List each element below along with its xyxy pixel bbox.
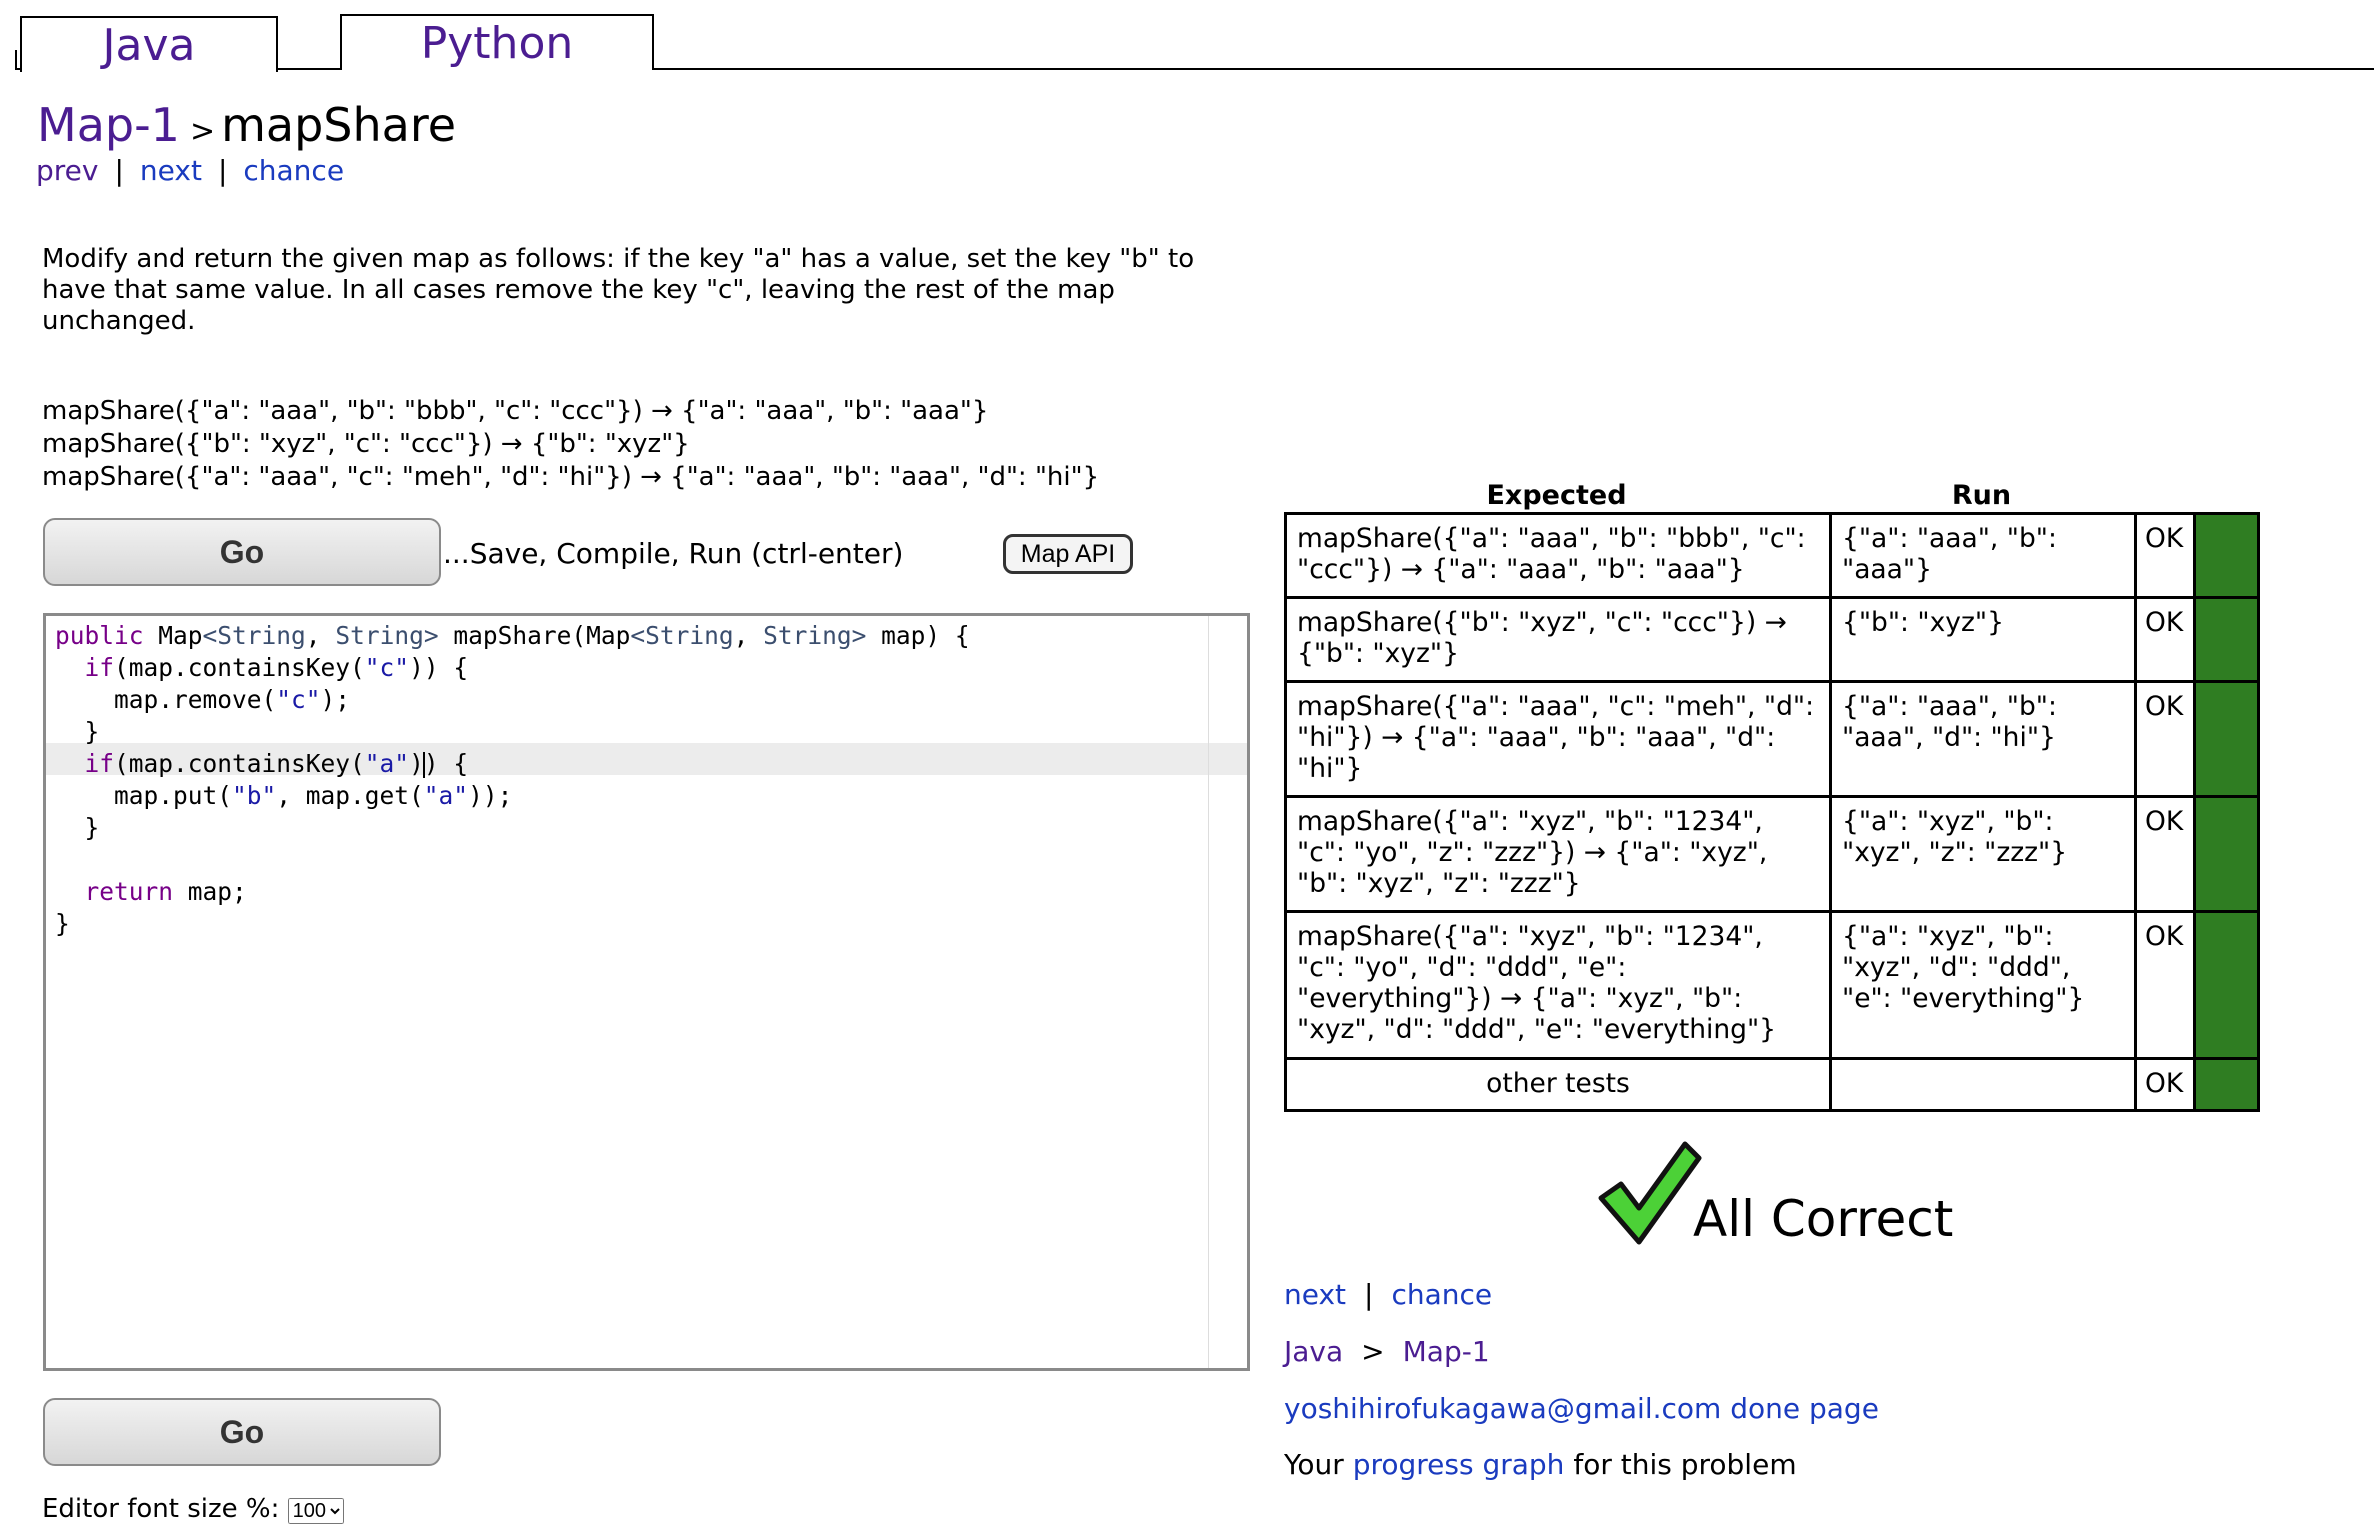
nav-separator: | — [114, 154, 124, 187]
footer-crumb-separator: > — [1361, 1335, 1385, 1368]
problem-examples: mapShare({"a": "aaa", "b": "bbb", "c": "… — [42, 395, 1099, 494]
pass-indicator — [2193, 680, 2261, 798]
footer-breadcrumb: Java > Map-1 — [1284, 1335, 1490, 1368]
footer-nav: next | chance — [1284, 1278, 1492, 1311]
tab-java[interactable]: Java — [20, 16, 278, 72]
problem-name: mapShare — [221, 98, 457, 152]
code-text[interactable]: public Map<String, String> mapShare(Map<… — [55, 620, 970, 940]
run-cell — [1829, 1057, 2137, 1112]
pass-indicator — [2193, 1057, 2261, 1112]
prev-link[interactable]: prev — [36, 154, 98, 187]
checkmark-icon — [1598, 1141, 1702, 1245]
chance-link[interactable]: chance — [243, 154, 344, 187]
pass-indicator — [2193, 910, 2261, 1060]
status-cell: OK — [2133, 596, 2197, 683]
pass-indicator — [2193, 512, 2261, 599]
map-api-button[interactable]: Map API — [1003, 534, 1133, 574]
example-line: mapShare({"b": "xyz", "c": "ccc"}) → {"b… — [42, 429, 690, 459]
problem-nav: prev | next | chance — [36, 154, 344, 187]
pass-indicator — [2193, 596, 2261, 683]
expected-cell: mapShare({"b": "xyz", "c": "ccc"}) → {"b… — [1284, 596, 1832, 683]
footer-next-link[interactable]: next — [1284, 1278, 1346, 1311]
editor-margin-line — [1208, 616, 1209, 1368]
email-done-page-link[interactable]: yoshihirofukagawa@gmail.com done page — [1284, 1392, 1879, 1425]
next-link[interactable]: next — [140, 154, 202, 187]
status-cell: OK — [2133, 910, 2197, 1060]
run-cell: {"a": "xyz", "b": "xyz", "d": "ddd", "e"… — [1829, 910, 2137, 1060]
tab-bar-left-edge — [15, 50, 17, 70]
results-table: mapShare({"a": "aaa", "b": "bbb", "c": "… — [1284, 512, 2261, 1112]
table-row: mapShare({"a": "aaa", "c": "meh", "d": "… — [1284, 680, 2261, 798]
table-row: other tests OK — [1284, 1057, 2261, 1112]
save-compile-run-hint: ...Save, Compile, Run (ctrl-enter) — [443, 537, 904, 570]
go-button-bottom[interactable]: Go — [43, 1398, 441, 1466]
run-cell: {"a": "xyz", "b": "xyz", "z": "zzz"} — [1829, 795, 2137, 913]
footer-progress-line: Your progress graph for this problem — [1284, 1448, 1797, 1481]
table-row: mapShare({"a": "aaa", "b": "bbb", "c": "… — [1284, 512, 2261, 599]
problem-description: Modify and return the given map as follo… — [42, 244, 1195, 336]
text-cursor — [422, 752, 425, 778]
breadcrumb-separator: > — [189, 114, 216, 149]
footer-chance-link[interactable]: chance — [1391, 1278, 1492, 1311]
expected-cell: mapShare({"a": "xyz", "b": "1234", "c": … — [1284, 795, 1832, 913]
status-cell: OK — [2133, 512, 2197, 599]
status-cell: OK — [2133, 680, 2197, 798]
run-cell: {"a": "aaa", "b": "aaa", "d": "hi"} — [1829, 680, 2137, 798]
table-row: mapShare({"a": "xyz", "b": "1234", "c": … — [1284, 910, 2261, 1060]
footer-map1-link[interactable]: Map-1 — [1403, 1335, 1490, 1368]
footer-java-link[interactable]: Java — [1284, 1335, 1343, 1368]
progress-prefix: Your — [1284, 1448, 1344, 1481]
example-line: mapShare({"a": "aaa", "b": "bbb", "c": "… — [42, 396, 989, 426]
pass-indicator — [2193, 795, 2261, 913]
go-button[interactable]: Go — [43, 518, 441, 586]
footer-email-line: yoshihirofukagawa@gmail.com done page — [1284, 1392, 1879, 1425]
all-correct-message: All Correct — [1693, 1190, 1954, 1248]
font-size-label: Editor font size %: — [42, 1494, 280, 1524]
progress-suffix: for this problem — [1573, 1448, 1797, 1481]
expected-cell: mapShare({"a": "aaa", "c": "meh", "d": "… — [1284, 680, 1832, 798]
status-cell: OK — [2133, 795, 2197, 913]
run-cell: {"a": "aaa", "b": "aaa"} — [1829, 512, 2137, 599]
table-row: mapShare({"a": "xyz", "b": "1234", "c": … — [1284, 795, 2261, 913]
expected-header: Expected — [1486, 480, 1627, 511]
code-editor[interactable]: public Map<String, String> mapShare(Map<… — [43, 613, 1250, 1371]
page-title: Map-1 > mapShare — [37, 98, 456, 152]
progress-graph-link[interactable]: progress graph — [1353, 1448, 1565, 1481]
expected-cell: mapShare({"a": "xyz", "b": "1234", "c": … — [1284, 910, 1832, 1060]
breadcrumb-section-link[interactable]: Map-1 — [37, 98, 180, 152]
example-line: mapShare({"a": "aaa", "c": "meh", "d": "… — [42, 462, 1100, 492]
tab-python[interactable]: Python — [340, 14, 654, 70]
nav-separator: | — [217, 154, 228, 187]
run-header: Run — [1951, 480, 2012, 511]
font-size-select[interactable]: 100 — [287, 1498, 344, 1524]
run-cell: {"b": "xyz"} — [1829, 596, 2137, 683]
editor-font-size: Editor font size %: 100 — [42, 1494, 344, 1524]
expected-cell: mapShare({"a": "aaa", "b": "bbb", "c": "… — [1284, 512, 1832, 599]
table-row: mapShare({"b": "xyz", "c": "ccc"}) → {"b… — [1284, 596, 2261, 683]
footer-separator: | — [1364, 1278, 1374, 1311]
other-tests-cell: other tests — [1284, 1057, 1832, 1112]
status-cell: OK — [2133, 1057, 2197, 1112]
